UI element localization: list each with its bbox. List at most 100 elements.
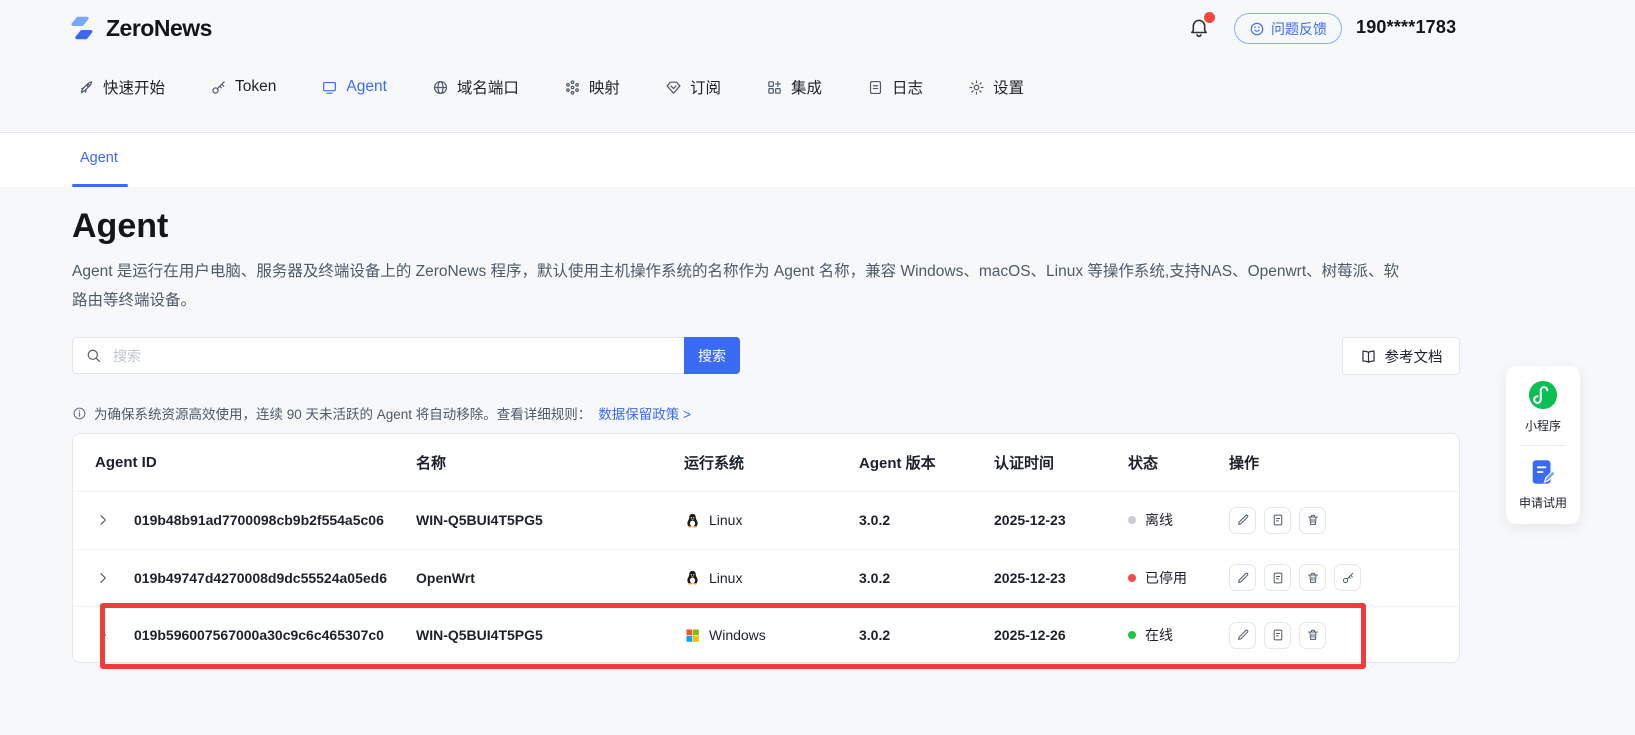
- nav-item-订阅[interactable]: 订阅: [665, 76, 721, 98]
- delete-button[interactable]: [1299, 507, 1326, 534]
- row-expand-chevron[interactable]: [95, 570, 111, 586]
- nav-item-token[interactable]: Token: [210, 78, 276, 96]
- row-actions: [1229, 507, 1445, 534]
- feedback-button[interactable]: 问题反馈: [1234, 13, 1342, 44]
- table-row: 019b596007567000a30c9c6c465307c0 WIN-Q5B…: [73, 606, 1459, 663]
- pencil-icon: [1236, 571, 1250, 585]
- search-input[interactable]: [72, 337, 684, 374]
- side-panel-divider: [1520, 445, 1566, 446]
- subnav-active-underline: [72, 184, 128, 187]
- notice-text: 为确保系统资源高效使用，连续 90 天未活跃的 Agent 将自动移除。查看详细…: [94, 403, 591, 423]
- os-name: Windows: [709, 627, 766, 643]
- os-name: Linux: [709, 512, 742, 528]
- row-actions: [1229, 564, 1445, 591]
- book-icon: [1360, 348, 1377, 365]
- floating-side-panel: 小程序 申请试用: [1506, 366, 1580, 524]
- nav-item-域名端口[interactable]: 域名端口: [432, 76, 519, 98]
- trial-request-label: 申请试用: [1519, 494, 1567, 511]
- blocks-plus-icon: [766, 79, 783, 96]
- log-button[interactable]: [1264, 507, 1291, 534]
- table-row: 019b49747d4270008d9dc55524a05ed6 OpenWrt…: [73, 549, 1459, 607]
- nav-item-设置[interactable]: 设置: [968, 76, 1024, 98]
- nodes-icon: [564, 79, 581, 96]
- nav-item-映射[interactable]: 映射: [564, 76, 620, 98]
- os-name: Linux: [709, 570, 742, 586]
- agent-name: OpenWrt: [416, 570, 684, 586]
- page-title: Agent: [72, 207, 168, 246]
- edit-button[interactable]: [1229, 564, 1256, 591]
- column-header: Agent ID: [95, 454, 416, 471]
- trash-icon: [1306, 571, 1320, 585]
- status-text: 已停用: [1145, 568, 1187, 588]
- search-bar: 搜索: [72, 337, 740, 374]
- diamond-check-icon: [665, 79, 682, 96]
- edit-button[interactable]: [1229, 507, 1256, 534]
- row-expand-chevron[interactable]: [95, 627, 111, 643]
- notifications-button[interactable]: [1188, 16, 1212, 42]
- subnav-bar: Agent: [0, 133, 1635, 187]
- zeronews-logo-icon: [66, 12, 98, 44]
- delete-button[interactable]: [1299, 564, 1326, 591]
- agent-version: 3.0.2: [859, 512, 994, 528]
- status-badge: 在线: [1128, 625, 1229, 645]
- log-button[interactable]: [1264, 622, 1291, 649]
- status-text: 在线: [1145, 625, 1173, 645]
- nav-item-日志[interactable]: 日志: [867, 76, 923, 98]
- feedback-label: 问题反馈: [1271, 19, 1327, 39]
- table-body: 019b48b91ad7700098cb9b2f554a5c06 WIN-Q5B…: [73, 491, 1459, 663]
- pencil-icon: [1236, 513, 1250, 527]
- search-button[interactable]: 搜索: [684, 337, 740, 374]
- row-expand-chevron[interactable]: [95, 512, 111, 528]
- brand-name: ZeroNews: [106, 15, 212, 42]
- trial-request-button[interactable]: 申请试用: [1519, 457, 1567, 511]
- status-dot: [1128, 574, 1136, 582]
- miniprogram-icon: [1528, 380, 1558, 410]
- reference-docs-button[interactable]: 参考文档: [1342, 337, 1460, 375]
- log-button[interactable]: [1264, 564, 1291, 591]
- agent-name: WIN-Q5BUI4T5PG5: [416, 512, 684, 528]
- search-icon: [85, 347, 102, 364]
- monitor-icon: [321, 79, 338, 96]
- smiley-icon: [1249, 21, 1265, 37]
- agent-id: 019b48b91ad7700098cb9b2f554a5c06: [134, 512, 416, 528]
- windows-icon: [684, 627, 701, 644]
- retention-policy-link[interactable]: 数据保留政策 >: [598, 403, 691, 423]
- row-actions: [1229, 622, 1445, 649]
- key-icon: [210, 79, 227, 96]
- gear-icon: [968, 79, 985, 96]
- nav-item-快速开始[interactable]: 快速开始: [78, 76, 165, 98]
- auth-time: 2025-12-26: [994, 627, 1128, 643]
- user-phone-number[interactable]: 190****1783: [1356, 17, 1456, 38]
- status-text: 离线: [1145, 510, 1173, 530]
- file-icon: [1271, 628, 1285, 642]
- column-header: 名称: [416, 452, 684, 473]
- column-header: 状态: [1128, 452, 1229, 473]
- key-icon: [1341, 571, 1355, 585]
- brand-logo[interactable]: ZeroNews: [66, 12, 212, 44]
- table-header-row: Agent ID名称运行系统Agent 版本认证时间状态操作: [73, 434, 1459, 491]
- key-button[interactable]: [1334, 564, 1361, 591]
- nav-item-agent[interactable]: Agent: [321, 78, 387, 96]
- subnav-tab-agent[interactable]: Agent: [80, 150, 118, 166]
- pencil-icon: [1236, 628, 1250, 642]
- column-header: 操作: [1229, 452, 1445, 473]
- document-icon: [867, 79, 884, 96]
- status-badge: 已停用: [1128, 568, 1229, 588]
- miniprogram-label: 小程序: [1525, 417, 1561, 434]
- status-dot: [1128, 516, 1136, 524]
- trial-doc-icon: [1528, 457, 1558, 487]
- delete-button[interactable]: [1299, 622, 1326, 649]
- agent-id: 019b49747d4270008d9dc55524a05ed6: [134, 570, 416, 586]
- table-row: 019b48b91ad7700098cb9b2f554a5c06 WIN-Q5B…: [73, 491, 1459, 549]
- page-description: Agent 是运行在用户电脑、服务器及终端设备上的 ZeroNews 程序，默认…: [72, 258, 1408, 315]
- linux-penguin-icon: [684, 512, 701, 529]
- nav-item-集成[interactable]: 集成: [766, 76, 822, 98]
- agent-version: 3.0.2: [859, 627, 994, 643]
- agent-version: 3.0.2: [859, 570, 994, 586]
- globe-icon: [432, 79, 449, 96]
- notification-badge: [1204, 12, 1215, 23]
- trash-icon: [1306, 628, 1320, 642]
- agent-table: Agent ID名称运行系统Agent 版本认证时间状态操作 019b48b91…: [72, 433, 1460, 663]
- miniprogram-button[interactable]: 小程序: [1525, 380, 1561, 434]
- edit-button[interactable]: [1229, 622, 1256, 649]
